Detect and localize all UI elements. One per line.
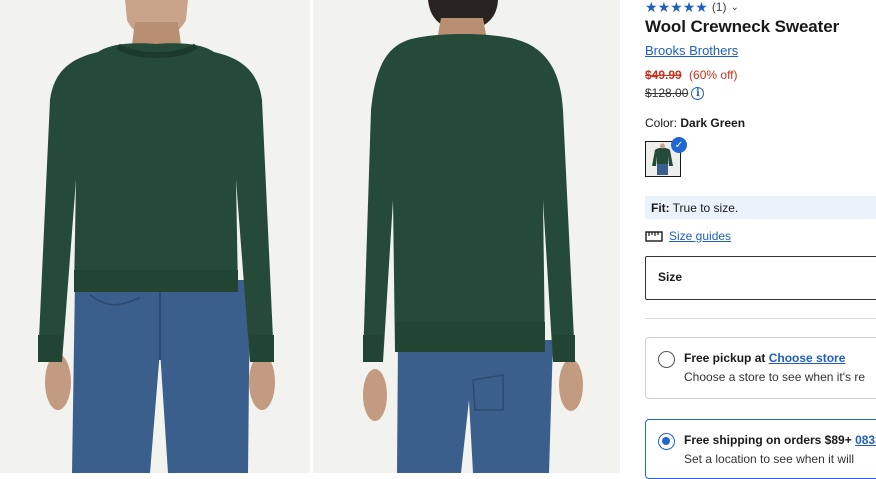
shipping-title-line: Free shipping on orders $89+ 0833 — [684, 433, 876, 447]
delivery-option-shipping[interactable]: Free shipping on orders $89+ 0833 Set a … — [645, 419, 876, 479]
product-image-back[interactable] — [313, 0, 620, 473]
zip-link[interactable]: 0833 — [855, 433, 876, 447]
star-icon: ★ — [657, 0, 671, 15]
price-line: $49.99 (60% off) — [645, 68, 738, 82]
chevron-down-icon[interactable]: ⌄ — [730, 2, 738, 13]
color-value: Dark Green — [680, 116, 746, 130]
product-image-front[interactable] — [0, 0, 310, 473]
rating-stars: ★ ★ ★ ★ ★ — [645, 0, 708, 14]
color-label: Color: — [645, 116, 678, 130]
size-guides-label[interactable]: Size guides — [669, 229, 731, 243]
shipping-radio[interactable] — [658, 433, 675, 450]
color-label-line: Color: Dark Green — [645, 116, 745, 130]
star-icon: ★ — [670, 0, 683, 15]
rating[interactable]: ★ ★ ★ ★ ★ (1) ⌄ — [645, 0, 739, 15]
pickup-radio[interactable] — [658, 351, 675, 368]
selected-check-icon: ✓ — [671, 137, 687, 153]
star-icon: ★ — [682, 0, 696, 15]
divider — [645, 318, 876, 319]
product-title: Wool Crewneck Sweater — [645, 17, 840, 36]
sale-price: $49.99 — [645, 68, 682, 82]
back-view-illustration — [313, 0, 620, 473]
size-guides-link[interactable]: Size guides — [645, 229, 731, 243]
rating-count: (1) — [711, 0, 727, 14]
shipping-subtext: Set a location to see when it will — [684, 452, 855, 466]
original-price-line: $128.00 i — [645, 86, 705, 100]
original-price: $128.00 — [645, 86, 689, 100]
star-icon: ★ — [645, 0, 658, 15]
front-view-illustration — [0, 0, 310, 473]
shipping-title: Free shipping on orders $89+ — [684, 433, 852, 447]
delivery-option-pickup[interactable]: Free pickup at Choose store Choose a sto… — [645, 337, 876, 399]
size-select-label: Size — [658, 270, 683, 284]
ruler-icon — [645, 230, 663, 242]
pickup-title: Free pickup at — [684, 351, 766, 365]
fit-value: True to size. — [672, 200, 739, 215]
info-icon[interactable]: i — [691, 86, 705, 100]
fit-info: Fit: True to size. — [645, 196, 876, 219]
fit-label: Fit: — [651, 200, 670, 215]
pickup-title-line: Free pickup at Choose store — [684, 351, 845, 365]
brand-link[interactable]: Brooks Brothers — [645, 43, 738, 58]
pickup-subtext: Choose a store to see when it's re — [684, 370, 866, 384]
choose-store-link[interactable]: Choose store — [769, 351, 846, 365]
star-icon: ★ — [695, 0, 708, 15]
size-select[interactable]: Size — [645, 256, 876, 300]
discount-percent: (60% off) — [689, 68, 738, 82]
